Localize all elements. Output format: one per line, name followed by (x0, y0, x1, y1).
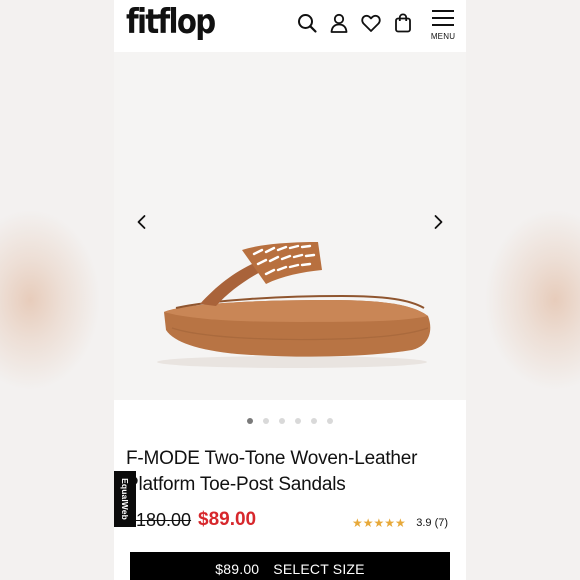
product-title-line1: F-MODE Two-Tone Woven-Leather (126, 448, 418, 469)
product-title: F-MODE Two-Tone Woven-Leather Platform T… (126, 446, 426, 498)
wishlist-icon[interactable] (360, 12, 382, 34)
pagination-dot[interactable] (247, 417, 253, 424)
product-title-line2: Platform Toe-Post Sandals (126, 474, 346, 495)
pagination-dot[interactable] (311, 417, 317, 424)
product-page: fitflop MENU F-MODE Two-Tone Woven-Leath… (114, 0, 466, 580)
price-row: $180.00 $89.00 ★★★★★ 3.9 (7) (126, 508, 456, 534)
site-header: fitflop MENU (114, 0, 466, 52)
chevron-left-icon[interactable] (132, 212, 152, 232)
account-icon[interactable] (328, 12, 350, 34)
gallery-pagination (114, 412, 466, 424)
product-image-sandal (142, 242, 442, 372)
product-rating[interactable]: ★★★★★ 3.9 (7) (352, 514, 449, 530)
cta-label: SELECT SIZE (273, 561, 365, 577)
menu-button[interactable]: MENU (430, 8, 456, 44)
brand-logo[interactable]: fitflop (126, 2, 216, 42)
pagination-dot[interactable] (327, 417, 333, 424)
pagination-dot[interactable] (279, 417, 285, 424)
pagination-dot[interactable] (295, 417, 301, 424)
cta-price: $89.00 (215, 561, 260, 577)
accessibility-tab-label: EqualWeb (120, 478, 130, 520)
search-icon[interactable] (296, 12, 318, 34)
rating-text: 3.9 (7) (416, 516, 449, 529)
menu-label: MENU (430, 32, 456, 41)
chevron-right-icon[interactable] (428, 212, 448, 232)
accessibility-widget-tab[interactable]: EqualWeb (114, 471, 136, 527)
menu-icon (432, 10, 454, 27)
sale-price: $89.00 (198, 509, 257, 530)
select-size-button[interactable]: $89.00 SELECT SIZE (130, 552, 450, 580)
rating-stars-icon: ★★★★★ (352, 515, 406, 530)
bag-icon[interactable] (392, 12, 414, 34)
pagination-dot[interactable] (263, 417, 269, 424)
